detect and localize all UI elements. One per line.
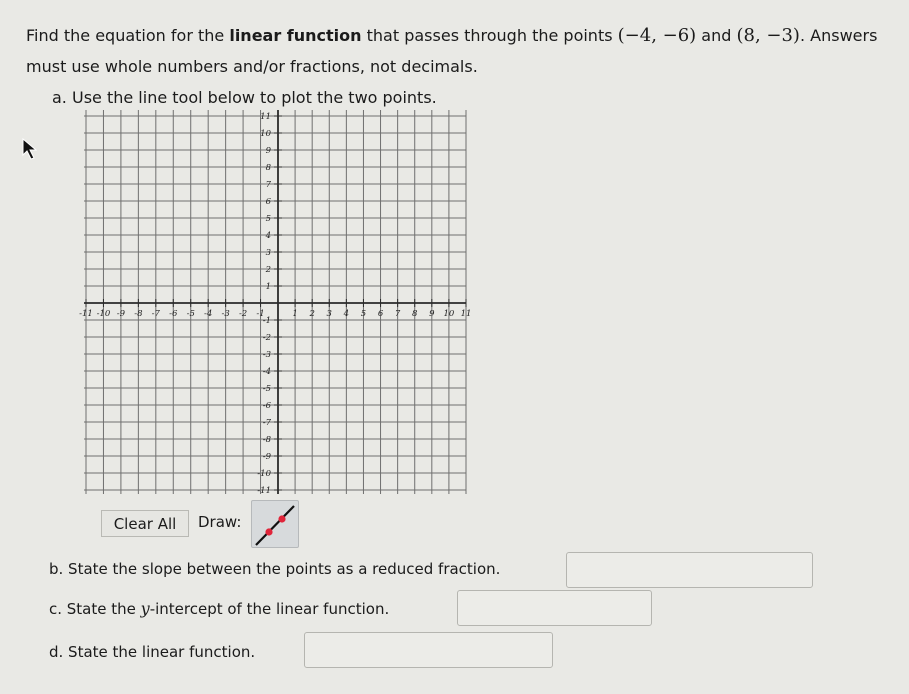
clear-all-button[interactable]: Clear All	[101, 510, 189, 537]
x-tick-label: -5	[187, 309, 195, 319]
y-tick-label: -8	[263, 435, 272, 445]
axes	[84, 110, 466, 494]
x-tick-label: 3	[327, 309, 332, 319]
coordinate-graph[interactable]: -11 -10 -9 -8 -7 -6 -5 -4 -3 -2 -1 1 2 3 4 5 6 7 8 9 10 11 11…	[0, 0, 909, 694]
x-tick-label: -9	[117, 309, 126, 319]
draw-label: Draw:	[198, 513, 242, 531]
y-tick-label: 1	[266, 282, 271, 292]
slope-input[interactable]	[566, 552, 813, 588]
y-tick-label: -9	[263, 452, 272, 462]
part-d-label: d. State the linear function.	[49, 643, 256, 661]
x-tick-label: -4	[204, 309, 212, 319]
linear-function-input[interactable]	[304, 632, 553, 668]
part-c-label-var: y	[140, 599, 150, 618]
y-tick-label: 2	[265, 265, 271, 275]
x-tick-label: -8	[134, 309, 143, 319]
y-tick-label: -1	[263, 316, 271, 326]
x-tick-label: 9	[429, 309, 435, 319]
x-tick-label: 2	[308, 309, 314, 319]
mouse-cursor-icon	[22, 138, 38, 160]
x-tick-label: 11	[461, 309, 472, 319]
x-tick-label: 8	[412, 309, 418, 319]
part-c-label: c. State the y-intercept of the linear f…	[49, 599, 389, 618]
x-tick-label: 10	[443, 309, 454, 319]
y-tick-label: 5	[266, 214, 271, 224]
x-tick-label: -2	[239, 309, 247, 319]
y-tick-label: 10	[260, 129, 271, 139]
y-tick-label: -2	[263, 333, 271, 343]
y-tick-label: 8	[266, 163, 272, 173]
y-intercept-input[interactable]	[457, 590, 652, 626]
part-c-label-pre: c. State the	[49, 600, 141, 618]
y-tick-label: 9	[266, 146, 272, 156]
y-tick-label: -7	[263, 418, 272, 428]
x-tick-label: 6	[378, 309, 384, 319]
y-tick-label: -4	[263, 367, 271, 377]
grid-lines	[84, 110, 467, 494]
line-tool-button[interactable]	[251, 500, 299, 548]
x-tick-label: -6	[169, 309, 178, 319]
x-tick-label: -3	[221, 309, 229, 319]
line-tool-point-icon	[278, 515, 286, 523]
y-tick-label: 3	[266, 248, 271, 258]
x-tick-label: 4	[343, 309, 349, 319]
x-tick-label: 7	[395, 309, 401, 319]
line-tool-icon	[255, 505, 295, 546]
y-tick-label: -6	[263, 401, 272, 411]
x-tick-label: -7	[152, 309, 161, 319]
line-tool-point-icon	[265, 528, 273, 536]
y-tick-label: 7	[266, 180, 272, 190]
y-tick-label: 11	[260, 112, 271, 122]
y-tick-label: -10	[257, 469, 271, 479]
y-tick-label: -5	[263, 384, 271, 394]
y-tick-labels: 11 10 9 8 7 6 5 4 3 2 1 -1 -2 -3 -4 -5 -6 -7 -8 -9 -10 -11	[257, 112, 271, 496]
y-tick-label: -11	[257, 486, 271, 496]
part-c-label-post: -intercept of the linear function.	[149, 600, 390, 618]
y-tick-label: -3	[263, 350, 271, 360]
x-tick-labels: -11 -10 -9 -8 -7 -6 -5 -4 -3 -2 -1 1 2 3 4 5 6 7 8 9 10 11	[79, 309, 471, 319]
x-tick-label: 1	[292, 309, 297, 319]
x-tick-label: -10	[97, 309, 111, 319]
y-tick-label: 4	[265, 231, 271, 241]
part-b-label: b. State the slope between the points as…	[49, 560, 501, 578]
x-tick-label: 5	[361, 309, 366, 319]
x-tick-label: -11	[79, 309, 93, 319]
y-tick-label: 6	[266, 197, 272, 207]
